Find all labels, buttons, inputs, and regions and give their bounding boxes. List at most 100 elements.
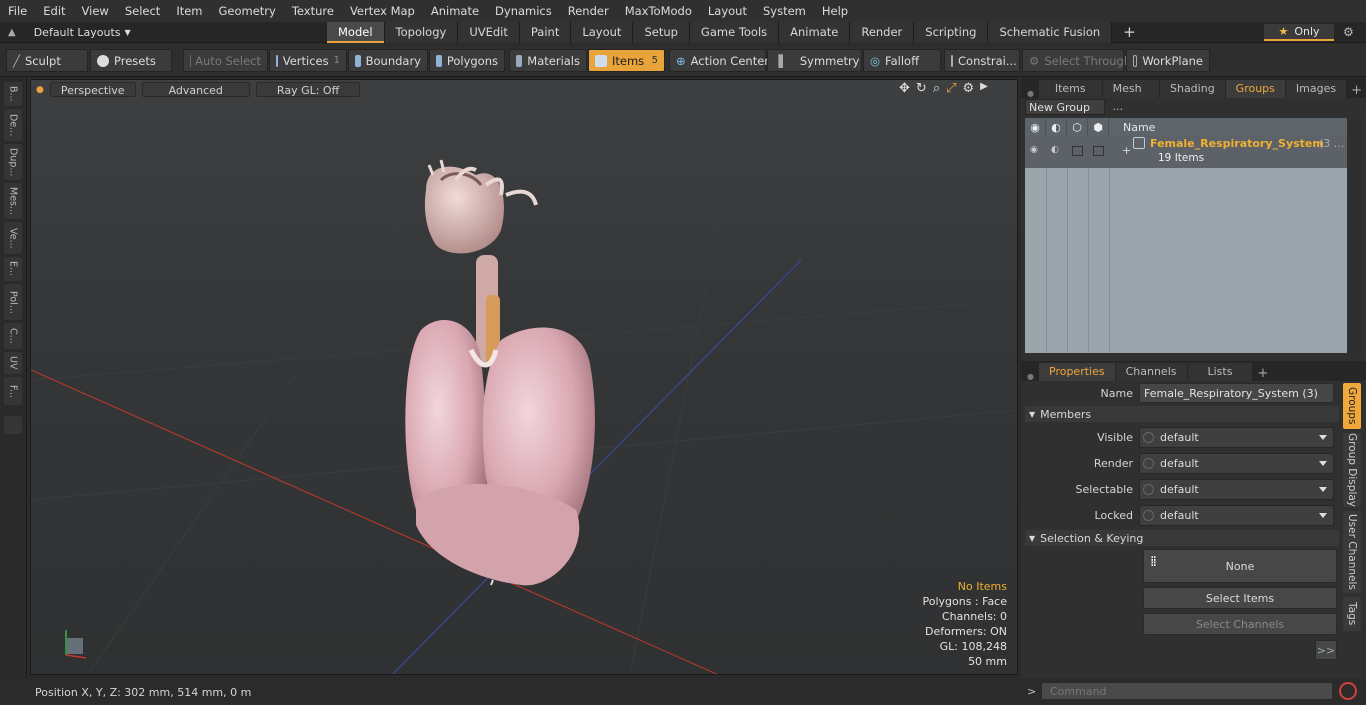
tab-images[interactable]: Images (1285, 80, 1347, 98)
tab-uvedit[interactable]: UVEdit (458, 22, 520, 43)
menu-select[interactable]: Select (117, 0, 168, 22)
left-tab-de[interactable]: De... (4, 109, 22, 141)
tab-animate[interactable]: Animate (779, 22, 851, 43)
selection-keying-section[interactable]: ▼ Selection & Keying (1025, 530, 1339, 546)
materials-button[interactable]: Materials (509, 49, 587, 72)
raygl-button[interactable]: Ray GL: Off (255, 82, 361, 97)
tab-shading[interactable]: Shading (1159, 80, 1225, 98)
panel-dot-icon[interactable]: ● (1021, 89, 1039, 98)
select-channels-button[interactable]: Select Channels (1143, 613, 1337, 635)
members-section[interactable]: ▼ Members (1025, 406, 1339, 422)
menu-geometry[interactable]: Geometry (211, 0, 284, 22)
none-button[interactable]: ⁞⁞ None (1143, 549, 1337, 583)
selectable-dropdown[interactable]: default (1139, 478, 1334, 500)
locked-dropdown[interactable]: default (1139, 504, 1334, 526)
tab-paint[interactable]: Paint (519, 22, 572, 43)
only-toggle[interactable]: ★ Only (1264, 24, 1334, 41)
tab-lists[interactable]: Lists (1187, 363, 1253, 381)
tab-layout[interactable]: Layout (571, 22, 634, 43)
menu-item[interactable]: Item (168, 0, 210, 22)
left-tab-pol[interactable]: Pol... (4, 284, 22, 320)
left-tab-f[interactable]: F... (4, 377, 22, 405)
props-dot-icon[interactable]: ● (1021, 372, 1039, 381)
side-tab-group-display[interactable]: Group Display (1343, 433, 1361, 507)
tab-channels[interactable]: Channels (1115, 363, 1187, 381)
tab-schematic-fusion[interactable]: Schematic Fusion (988, 22, 1113, 43)
tab-items[interactable]: Items (1038, 80, 1102, 98)
rotate-view-icon[interactable]: ↻ (916, 81, 927, 96)
menu-layout[interactable]: Layout (700, 0, 755, 22)
advanced-button[interactable]: Advanced (141, 82, 250, 97)
left-tab-b[interactable]: B... (4, 82, 22, 106)
zoom-view-icon[interactable]: ⌕ (933, 81, 940, 96)
tab-setup[interactable]: Setup (633, 22, 690, 43)
menu-dynamics[interactable]: Dynamics (487, 0, 560, 22)
menu-help[interactable]: Help (814, 0, 856, 22)
tab-mesh[interactable]: Mesh ... (1102, 80, 1159, 113)
constraints-button[interactable]: Constrai... (944, 49, 1020, 72)
menu-animate[interactable]: Animate (423, 0, 487, 22)
left-tab-mes[interactable]: Mes... (4, 183, 22, 219)
side-tab-user-channels[interactable]: User Channels (1343, 511, 1361, 593)
add-props-tab-icon[interactable]: + (1253, 366, 1272, 381)
tab-game-tools[interactable]: Game Tools (689, 22, 780, 43)
locked-radio[interactable] (1143, 509, 1154, 521)
layouts-dropdown[interactable]: ▲ Default Layouts ▼ (8, 22, 131, 43)
selectable-radio[interactable] (1143, 483, 1154, 495)
row-select-checkbox[interactable] (1072, 146, 1083, 156)
sculpt-button[interactable]: ╱ Sculpt (6, 49, 88, 72)
group-row[interactable]: ◉ ◐ + Female_Respiratory_System (3 ... 1… (1025, 136, 1347, 168)
gear-icon[interactable]: ⚙ (1343, 25, 1354, 39)
more-button[interactable]: >> (1315, 640, 1337, 660)
vertices-button[interactable]: Vertices 1 (269, 49, 347, 72)
menu-vertex-map[interactable]: Vertex Map (342, 0, 423, 22)
new-group-button[interactable]: New Group (1025, 99, 1105, 115)
3d-viewport[interactable]: ● Perspective Advanced Ray GL: Off ✥ ↻ ⌕… (30, 79, 1018, 675)
menu-render[interactable]: Render (560, 0, 617, 22)
row-render-icon[interactable]: ◐ (1051, 145, 1059, 155)
add-panel-tab-icon[interactable]: + (1347, 83, 1366, 98)
viewport-dot-icon[interactable]: ● (36, 85, 44, 95)
left-tab-ve[interactable]: Ve... (4, 222, 22, 254)
viewport-gear-icon[interactable]: ⚙ (963, 81, 975, 96)
select-through-button[interactable]: ⚙ Select Through (1022, 49, 1131, 72)
move-view-icon[interactable]: ✥ (899, 81, 910, 96)
record-icon[interactable] (1339, 682, 1357, 700)
tab-model[interactable]: Model (327, 22, 385, 43)
tab-scripting[interactable]: Scripting (914, 22, 989, 43)
select-items-button[interactable]: Select Items (1143, 587, 1337, 609)
boundary-button[interactable]: Boundary (348, 49, 428, 72)
tab-groups[interactable]: Groups (1225, 80, 1285, 98)
menu-texture[interactable]: Texture (284, 0, 342, 22)
visible-dropdown[interactable]: default (1139, 426, 1334, 448)
cube-icon[interactable]: ⬡ (1067, 118, 1088, 136)
menu-system[interactable]: System (755, 0, 814, 22)
polygons-button[interactable]: Polygons (429, 49, 505, 72)
left-tab-dup[interactable]: Dup... (4, 144, 22, 180)
maximize-view-icon[interactable]: ⤢ (946, 81, 956, 96)
presets-button[interactable]: Presets (90, 49, 172, 72)
render-radio[interactable] (1143, 457, 1154, 469)
add-tab-button[interactable]: + (1112, 22, 1147, 43)
menu-file[interactable]: File (0, 0, 35, 22)
visible-radio[interactable] (1143, 431, 1154, 443)
left-tab-toggle[interactable] (4, 416, 22, 434)
eye-icon[interactable]: ◉ (1025, 118, 1046, 136)
tab-render[interactable]: Render (850, 22, 915, 43)
perspective-button[interactable]: Perspective (49, 82, 136, 97)
falloff-button[interactable]: ◎ Falloff (863, 49, 941, 72)
left-tab-e[interactable]: E... (4, 257, 22, 281)
lock-cube-icon[interactable]: ⬢ (1088, 118, 1109, 136)
viewport-play-icon[interactable]: ▶ (980, 81, 988, 96)
side-tab-tags[interactable]: Tags (1343, 597, 1361, 631)
expand-icon[interactable]: + (1122, 144, 1131, 157)
tab-properties[interactable]: Properties (1039, 363, 1115, 381)
action-center-button[interactable]: ⊕ Action Center (669, 49, 769, 72)
render-dropdown[interactable]: default (1139, 452, 1334, 474)
auto-select-button[interactable]: Auto Select (183, 49, 268, 72)
group-list-scrollbar[interactable] (1350, 118, 1362, 353)
items-button[interactable]: Items 5 (588, 49, 665, 72)
left-tab-uv[interactable]: UV (4, 352, 22, 374)
menu-edit[interactable]: Edit (35, 0, 73, 22)
left-tab-c[interactable]: C... (4, 323, 22, 349)
